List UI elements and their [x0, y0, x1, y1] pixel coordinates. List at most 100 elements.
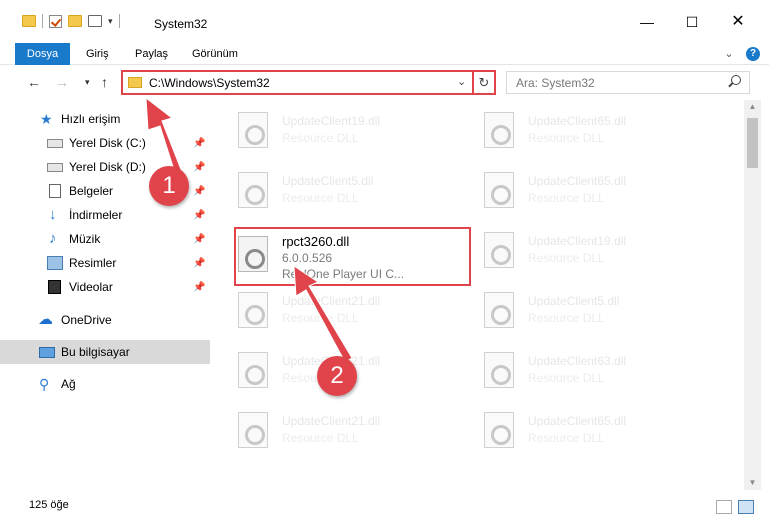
tab-share[interactable]: Paylaş	[135, 43, 168, 65]
cloud-icon: ☁	[38, 311, 53, 328]
file-description: Resource DLL	[528, 251, 605, 265]
dll-file-icon	[484, 412, 514, 448]
file-item[interactable]: UpdateClient21.dll Resource DLL	[210, 404, 440, 454]
address-bar[interactable]: C:\Windows\System32 ⌄	[121, 70, 474, 95]
pin-icon[interactable]: 📌	[193, 234, 205, 245]
sidebar-item-music[interactable]: ♪ Müzik 📌	[0, 227, 210, 251]
file-name: UpdateClient19.dll	[282, 114, 381, 128]
search-input[interactable]: Ara: System32	[506, 71, 750, 94]
recent-locations-button[interactable]: ▾	[85, 77, 90, 88]
up-button[interactable]: ↑	[101, 74, 108, 90]
customize-icon[interactable]	[88, 15, 102, 27]
properties-icon[interactable]	[49, 14, 62, 28]
sidebar-item-label: Bu bilgisayar	[61, 345, 130, 359]
file-description: Resource DLL	[528, 191, 605, 205]
file-name: UpdateClient65.dll	[528, 174, 627, 188]
details-view-icon[interactable]	[716, 500, 732, 514]
sidebar-item-this-pc[interactable]: Bu bilgisayar	[0, 340, 210, 364]
ribbon: Dosya Giriş Paylaş Görünüm ⌄ ?	[0, 43, 769, 65]
sidebar-item-onedrive[interactable]: ☁ OneDrive	[0, 308, 210, 332]
help-icon[interactable]: ?	[746, 47, 760, 61]
file-description: Resource DLL	[282, 131, 359, 145]
minimize-button[interactable]: —	[637, 12, 657, 32]
file-item[interactable]: UpdateClient65.dll Resource DLL	[456, 404, 686, 454]
drive-icon	[47, 138, 63, 148]
navigation-bar: ← → ▾ ↑ C:\Windows\System32 ⌄ ↻ Ara: Sys…	[0, 66, 769, 100]
toolbar-divider	[118, 14, 120, 28]
forward-button[interactable]: →	[55, 74, 69, 90]
file-name: UpdateClient65.dll	[528, 414, 627, 428]
tab-view[interactable]: Görünüm	[192, 43, 238, 65]
sidebar-item-label: Müzik	[69, 232, 101, 246]
file-item[interactable]: UpdateClient63.dll Resource DLL	[456, 344, 686, 394]
sidebar-item-quick-access[interactable]: ★ Hızlı erişim	[0, 107, 210, 131]
scroll-up-icon[interactable]: ▲	[744, 100, 761, 114]
sidebar-item-label: Belgeler	[69, 184, 114, 198]
computer-icon	[39, 346, 55, 358]
search-icon[interactable]	[731, 75, 741, 85]
file-description: Resource DLL	[528, 371, 605, 385]
file-name: UpdateClient5.dll	[528, 294, 620, 308]
file-description: Resource DLL	[282, 311, 359, 325]
sidebar-item-label: Videolar	[69, 280, 113, 294]
tiles-view-icon[interactable]	[738, 500, 754, 514]
tab-home[interactable]: Giriş	[86, 43, 109, 65]
dll-file-icon	[238, 412, 268, 448]
file-name: UpdateClient21.dll	[282, 294, 381, 308]
refresh-button[interactable]: ↻	[474, 70, 496, 95]
file-description: Resource DLL	[528, 131, 605, 145]
chevron-down-icon[interactable]: ▾	[108, 16, 113, 27]
title-bar: ▾ System32 — ☐ ✕	[0, 0, 769, 43]
sidebar-item-local-disk-c[interactable]: Yerel Disk (C:) 📌	[0, 131, 210, 155]
dll-file-icon	[484, 352, 514, 388]
back-button[interactable]: ←	[27, 74, 41, 90]
file-description: Resource DLL	[282, 191, 359, 205]
toolbar-divider	[42, 14, 43, 28]
document-icon	[49, 184, 61, 198]
sidebar-item-videos[interactable]: Videolar 📌	[0, 275, 210, 299]
pin-icon[interactable]: 📌	[193, 138, 205, 149]
address-text[interactable]: C:\Windows\System32	[149, 76, 270, 90]
file-list: UpdateClient19.dll Resource DLL UpdateCl…	[210, 100, 744, 490]
file-description: Resource DLL	[528, 311, 605, 325]
file-item[interactable]: UpdateClient65.dll Resource DLL	[456, 104, 686, 154]
dll-file-icon	[484, 232, 514, 268]
scroll-down-icon[interactable]: ▼	[744, 476, 761, 490]
status-bar: 125 öğe	[0, 490, 769, 530]
pin-icon[interactable]: 📌	[193, 258, 205, 269]
sidebar-item-network[interactable]: ⚲ Ağ	[0, 372, 210, 396]
pin-icon[interactable]: 📌	[193, 282, 205, 293]
file-item[interactable]: UpdateClient5.dll Resource DLL	[456, 284, 686, 334]
maximize-button[interactable]: ☐	[682, 12, 702, 32]
network-icon: ⚲	[39, 376, 50, 392]
folder-icon	[128, 77, 142, 88]
new-folder-icon[interactable]	[68, 15, 82, 27]
vertical-scrollbar[interactable]: ▲ ▼	[744, 100, 761, 490]
search-placeholder: Ara: System32	[516, 76, 595, 90]
file-item[interactable]: UpdateClient5.dll Resource DLL	[210, 164, 440, 214]
quick-access-toolbar: ▾	[22, 14, 120, 28]
pin-icon[interactable]: 📌	[193, 210, 205, 221]
window-title: System32	[154, 17, 208, 31]
file-item[interactable]: UpdateClient65.dll Resource DLL	[456, 164, 686, 214]
tab-file[interactable]: Dosya	[15, 43, 70, 65]
file-item[interactable]: UpdateClient21.dll Resource DLL	[210, 284, 440, 334]
download-icon: ↓	[49, 206, 57, 223]
file-name: UpdateClient65.dll	[528, 114, 627, 128]
dll-file-icon	[238, 352, 268, 388]
dll-file-icon	[238, 172, 268, 208]
expand-ribbon-icon[interactable]: ⌄	[722, 47, 736, 61]
sidebar-item-downloads[interactable]: ↓ İndirmeler 📌	[0, 203, 210, 227]
pin-icon[interactable]: 📌	[193, 162, 205, 173]
file-name: UpdateClient5.dll	[282, 174, 374, 188]
drive-icon	[47, 162, 63, 172]
close-button[interactable]: ✕	[728, 12, 748, 32]
chevron-down-icon[interactable]: ⌄	[457, 75, 466, 88]
file-item[interactable]: UpdateClient19.dll Resource DLL	[456, 224, 686, 274]
folder-icon[interactable]	[22, 15, 36, 27]
pin-icon[interactable]: 📌	[193, 186, 205, 197]
scrollbar-thumb[interactable]	[747, 118, 758, 168]
sidebar-item-label: Hızlı erişim	[61, 112, 121, 126]
file-item[interactable]: UpdateClient19.dll Resource DLL	[210, 104, 440, 154]
sidebar-item-pictures[interactable]: Resimler 📌	[0, 251, 210, 275]
